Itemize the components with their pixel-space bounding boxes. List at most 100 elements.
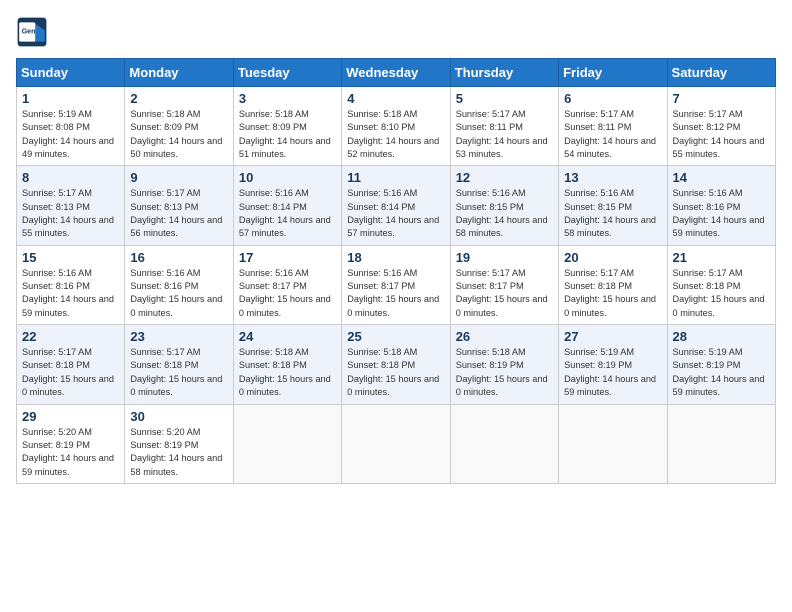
day-number: 30 bbox=[130, 409, 227, 424]
cell-info: Sunrise: 5:18 AMSunset: 8:10 PMDaylight:… bbox=[347, 108, 444, 161]
calendar-cell: 4 Sunrise: 5:18 AMSunset: 8:10 PMDaylight… bbox=[342, 87, 450, 166]
page-header: Gen bbox=[16, 16, 776, 48]
cell-info: Sunrise: 5:18 AMSunset: 8:19 PMDaylight:… bbox=[456, 346, 553, 399]
day-number: 27 bbox=[564, 329, 661, 344]
day-number: 15 bbox=[22, 250, 119, 265]
day-number: 16 bbox=[130, 250, 227, 265]
cell-info: Sunrise: 5:17 AMSunset: 8:13 PMDaylight:… bbox=[22, 187, 119, 240]
calendar-cell: 29Sunrise: 5:20 AMSunset: 8:19 PMDayligh… bbox=[17, 404, 125, 483]
calendar-cell bbox=[342, 404, 450, 483]
cell-info: Sunrise: 5:19 AMSunset: 8:19 PMDaylight:… bbox=[564, 346, 661, 399]
calendar-week-row: 8 Sunrise: 5:17 AMSunset: 8:13 PMDaylight… bbox=[17, 166, 776, 245]
calendar-cell: 18Sunrise: 5:16 AMSunset: 8:17 PMDayligh… bbox=[342, 245, 450, 324]
cell-info: Sunrise: 5:16 AMSunset: 8:15 PMDaylight:… bbox=[456, 187, 553, 240]
calendar-header-row: SundayMondayTuesdayWednesdayThursdayFrid… bbox=[17, 59, 776, 87]
calendar-cell: 11 Sunrise: 5:16 AMSunset: 8:14 PMDayligh… bbox=[342, 166, 450, 245]
weekday-header: Saturday bbox=[667, 59, 775, 87]
weekday-header: Sunday bbox=[17, 59, 125, 87]
calendar-cell: 7 Sunrise: 5:17 AMSunset: 8:12 PMDaylight… bbox=[667, 87, 775, 166]
calendar-cell: 5 Sunrise: 5:17 AMSunset: 8:11 PMDaylight… bbox=[450, 87, 558, 166]
cell-info: Sunrise: 5:17 AMSunset: 8:12 PMDaylight:… bbox=[673, 108, 770, 161]
day-number: 29 bbox=[22, 409, 119, 424]
calendar-cell bbox=[667, 404, 775, 483]
cell-info: Sunrise: 5:16 AMSunset: 8:17 PMDaylight:… bbox=[347, 267, 444, 320]
day-number: 17 bbox=[239, 250, 336, 265]
calendar-cell bbox=[559, 404, 667, 483]
day-number: 22 bbox=[22, 329, 119, 344]
cell-info: Sunrise: 5:17 AMSunset: 8:17 PMDaylight:… bbox=[456, 267, 553, 320]
cell-info: Sunrise: 5:17 AMSunset: 8:11 PMDaylight:… bbox=[456, 108, 553, 161]
calendar-cell: 25 Sunrise: 5:18 AMSunset: 8:18 PMDayligh… bbox=[342, 325, 450, 404]
day-number: 2 bbox=[130, 91, 227, 106]
day-number: 20 bbox=[564, 250, 661, 265]
cell-info: Sunrise: 5:16 AMSunset: 8:16 PMDaylight:… bbox=[130, 267, 227, 320]
calendar-cell: 10 Sunrise: 5:16 AMSunset: 8:14 PMDayligh… bbox=[233, 166, 341, 245]
calendar-week-row: 15 Sunrise: 5:16 AMSunset: 8:16 PMDayligh… bbox=[17, 245, 776, 324]
day-number: 4 bbox=[347, 91, 444, 106]
cell-info: Sunrise: 5:18 AMSunset: 8:18 PMDaylight:… bbox=[239, 346, 336, 399]
calendar-cell: 2 Sunrise: 5:18 AMSunset: 8:09 PMDaylight… bbox=[125, 87, 233, 166]
weekday-header: Monday bbox=[125, 59, 233, 87]
calendar-cell: 8 Sunrise: 5:17 AMSunset: 8:13 PMDaylight… bbox=[17, 166, 125, 245]
day-number: 23 bbox=[130, 329, 227, 344]
cell-info: Sunrise: 5:17 AMSunset: 8:18 PMDaylight:… bbox=[22, 346, 119, 399]
day-number: 24 bbox=[239, 329, 336, 344]
cell-info: Sunrise: 5:18 AMSunset: 8:09 PMDaylight:… bbox=[130, 108, 227, 161]
day-number: 5 bbox=[456, 91, 553, 106]
cell-info: Sunrise: 5:17 AMSunset: 8:18 PMDaylight:… bbox=[130, 346, 227, 399]
cell-info: Sunrise: 5:19 AMSunset: 8:08 PMDaylight:… bbox=[22, 108, 119, 161]
calendar-cell bbox=[233, 404, 341, 483]
cell-info: Sunrise: 5:17 AMSunset: 8:11 PMDaylight:… bbox=[564, 108, 661, 161]
calendar-cell: 23 Sunrise: 5:17 AMSunset: 8:18 PMDayligh… bbox=[125, 325, 233, 404]
weekday-header: Tuesday bbox=[233, 59, 341, 87]
calendar-cell: 26Sunrise: 5:18 AMSunset: 8:19 PMDayligh… bbox=[450, 325, 558, 404]
day-number: 13 bbox=[564, 170, 661, 185]
cell-info: Sunrise: 5:16 AMSunset: 8:14 PMDaylight:… bbox=[239, 187, 336, 240]
day-number: 19 bbox=[456, 250, 553, 265]
day-number: 21 bbox=[673, 250, 770, 265]
calendar-cell: 30 Sunrise: 5:20 AMSunset: 8:19 PMDayligh… bbox=[125, 404, 233, 483]
calendar-cell: 13 Sunrise: 5:16 AMSunset: 8:15 PMDayligh… bbox=[559, 166, 667, 245]
calendar-cell: 6Sunrise: 5:17 AMSunset: 8:11 PMDaylight… bbox=[559, 87, 667, 166]
cell-info: Sunrise: 5:17 AMSunset: 8:18 PMDaylight:… bbox=[673, 267, 770, 320]
svg-text:Gen: Gen bbox=[22, 27, 36, 36]
day-number: 7 bbox=[673, 91, 770, 106]
cell-info: Sunrise: 5:16 AMSunset: 8:15 PMDaylight:… bbox=[564, 187, 661, 240]
day-number: 11 bbox=[347, 170, 444, 185]
day-number: 25 bbox=[347, 329, 444, 344]
logo: Gen bbox=[16, 16, 52, 48]
calendar-week-row: 1 Sunrise: 5:19 AMSunset: 8:08 PMDaylight… bbox=[17, 87, 776, 166]
weekday-header: Wednesday bbox=[342, 59, 450, 87]
calendar-cell: 24 Sunrise: 5:18 AMSunset: 8:18 PMDayligh… bbox=[233, 325, 341, 404]
calendar-cell: 19 Sunrise: 5:17 AMSunset: 8:17 PMDayligh… bbox=[450, 245, 558, 324]
cell-info: Sunrise: 5:16 AMSunset: 8:17 PMDaylight:… bbox=[239, 267, 336, 320]
calendar-cell: 9 Sunrise: 5:17 AMSunset: 8:13 PMDaylight… bbox=[125, 166, 233, 245]
calendar-cell: 15 Sunrise: 5:16 AMSunset: 8:16 PMDayligh… bbox=[17, 245, 125, 324]
weekday-header: Friday bbox=[559, 59, 667, 87]
calendar-cell: 22 Sunrise: 5:17 AMSunset: 8:18 PMDayligh… bbox=[17, 325, 125, 404]
weekday-header: Thursday bbox=[450, 59, 558, 87]
calendar-cell: 21 Sunrise: 5:17 AMSunset: 8:18 PMDayligh… bbox=[667, 245, 775, 324]
cell-info: Sunrise: 5:16 AMSunset: 8:16 PMDaylight:… bbox=[673, 187, 770, 240]
calendar-cell: 17 Sunrise: 5:16 AMSunset: 8:17 PMDayligh… bbox=[233, 245, 341, 324]
cell-info: Sunrise: 5:17 AMSunset: 8:18 PMDaylight:… bbox=[564, 267, 661, 320]
day-number: 8 bbox=[22, 170, 119, 185]
day-number: 10 bbox=[239, 170, 336, 185]
calendar-cell: 27 Sunrise: 5:19 AMSunset: 8:19 PMDayligh… bbox=[559, 325, 667, 404]
calendar-cell: 16 Sunrise: 5:16 AMSunset: 8:16 PMDayligh… bbox=[125, 245, 233, 324]
cell-info: Sunrise: 5:18 AMSunset: 8:18 PMDaylight:… bbox=[347, 346, 444, 399]
calendar-cell: 1 Sunrise: 5:19 AMSunset: 8:08 PMDaylight… bbox=[17, 87, 125, 166]
cell-info: Sunrise: 5:16 AMSunset: 8:16 PMDaylight:… bbox=[22, 267, 119, 320]
calendar-cell: 12 Sunrise: 5:16 AMSunset: 8:15 PMDayligh… bbox=[450, 166, 558, 245]
day-number: 28 bbox=[673, 329, 770, 344]
cell-info: Sunrise: 5:16 AMSunset: 8:14 PMDaylight:… bbox=[347, 187, 444, 240]
cell-info: Sunrise: 5:20 AMSunset: 8:19 PMDaylight:… bbox=[130, 426, 227, 479]
day-number: 9 bbox=[130, 170, 227, 185]
day-number: 12 bbox=[456, 170, 553, 185]
cell-info: Sunrise: 5:17 AMSunset: 8:13 PMDaylight:… bbox=[130, 187, 227, 240]
day-number: 3 bbox=[239, 91, 336, 106]
calendar-table: SundayMondayTuesdayWednesdayThursdayFrid… bbox=[16, 58, 776, 484]
day-number: 1 bbox=[22, 91, 119, 106]
day-number: 14 bbox=[673, 170, 770, 185]
cell-info: Sunrise: 5:19 AMSunset: 8:19 PMDaylight:… bbox=[673, 346, 770, 399]
